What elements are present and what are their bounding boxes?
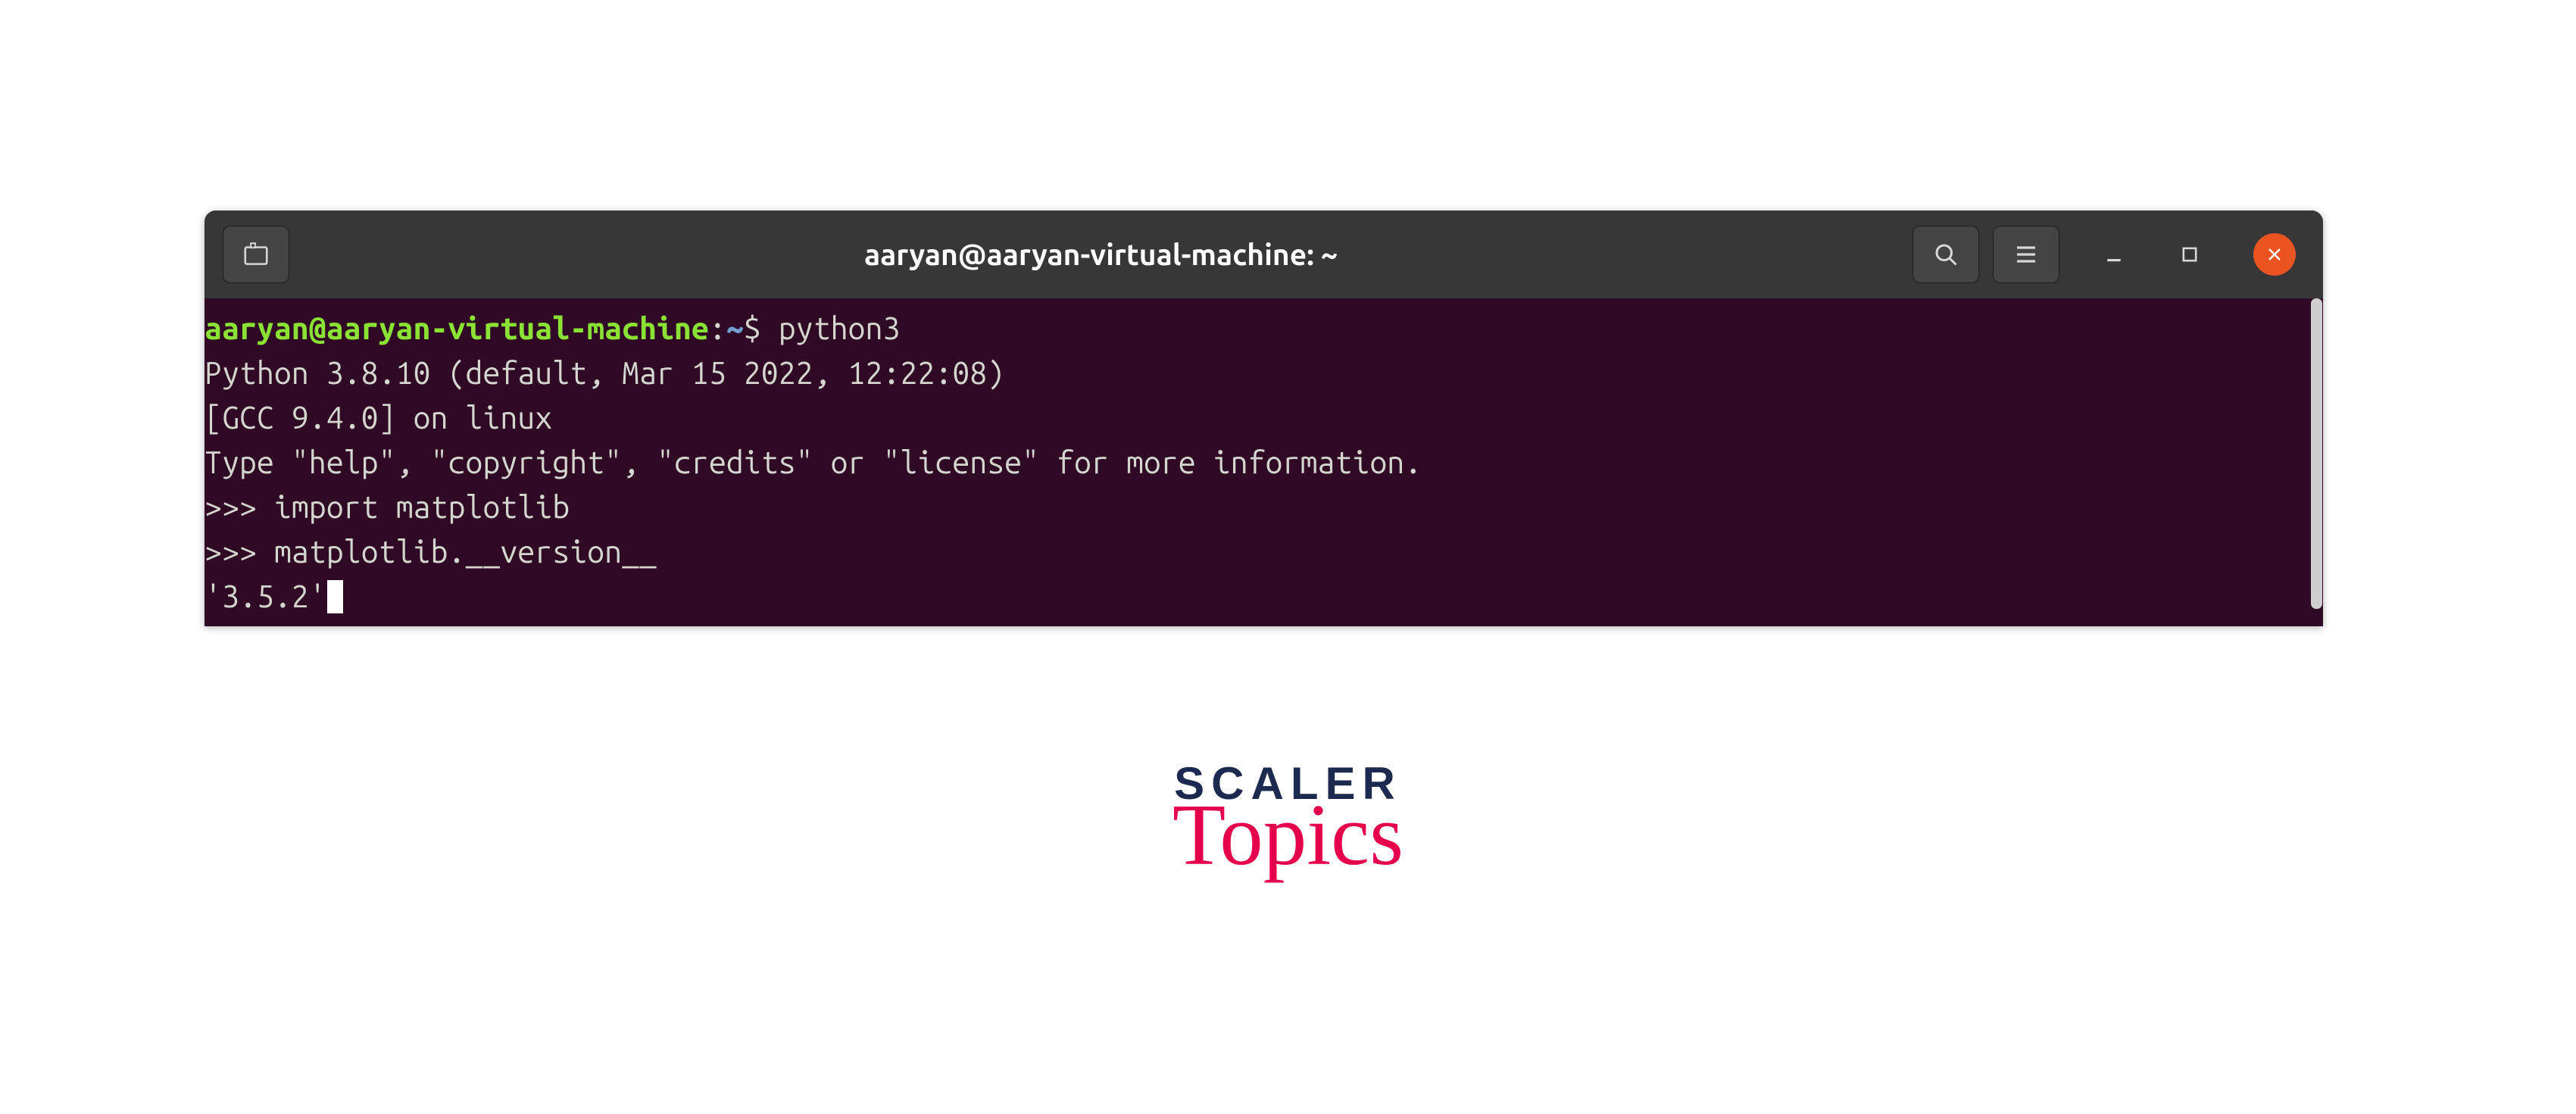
prompt-separator: : [709,310,726,345]
maximize-icon [2179,244,2200,265]
terminal-line-output: Python 3.8.10 (default, Mar 15 2022, 12:… [205,351,2323,395]
terminal-line-output: Type "help", "copyright", "credits" or "… [205,440,2323,485]
repl-command: import matplotlib [274,489,570,524]
close-icon [2265,245,2284,264]
terminal-window: aaryan@aaryan-virtual-machine: ~ [205,211,2323,626]
titlebar: aaryan@aaryan-virtual-machine: ~ [205,211,2323,298]
repl-command: matplotlib.__version__ [274,534,657,569]
terminal-line-repl: >>> matplotlib.__version__ [205,529,2323,574]
repl-prompt: >>> [205,489,274,524]
output-text: '3.5.2' [205,579,326,613]
terminal-line-output: '3.5.2' [205,574,2323,619]
minimize-button[interactable] [2093,233,2135,276]
command-text: python3 [779,310,901,345]
prompt-path: ~ [726,310,744,345]
terminal-body[interactable]: aaryan@aaryan-virtual-machine:~$ python3… [205,298,2323,626]
brand-logo: SCALER Topics [1172,757,1404,878]
hamburger-icon [2012,241,2040,268]
hamburger-menu-button[interactable] [1993,226,2059,283]
repl-prompt: >>> [205,534,274,569]
terminal-line-repl: >>> import matplotlib [205,485,2323,529]
cursor [327,580,343,613]
search-button[interactable] [1912,226,1979,283]
scrollbar[interactable] [2311,298,2322,609]
window-title: aaryan@aaryan-virtual-machine: ~ [289,239,1912,271]
new-tab-button[interactable] [223,226,289,283]
titlebar-left [223,226,289,283]
new-tab-icon [242,240,270,269]
terminal-line-prompt: aaryan@aaryan-virtual-machine:~$ python3 [205,306,2323,351]
terminal-line-output: [GCC 9.4.0] on linux [205,395,2323,440]
titlebar-right [1912,226,2305,283]
close-button[interactable] [2253,233,2296,276]
prompt-user-host: aaryan@aaryan-virtual-machine [205,310,709,345]
maximize-button[interactable] [2169,233,2211,276]
logo-line2: Topics [1172,791,1404,878]
search-icon [1932,241,1959,268]
minimize-icon [2103,243,2125,266]
prompt-dollar: $ [744,310,779,345]
